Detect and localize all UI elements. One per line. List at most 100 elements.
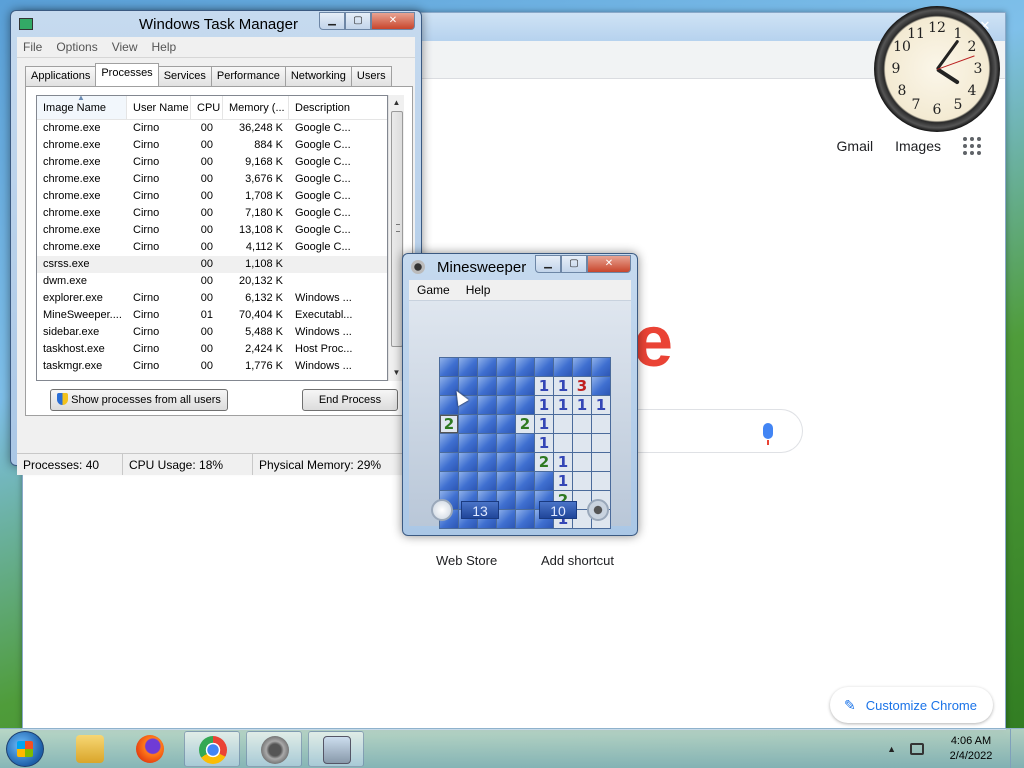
unopened-cell[interactable] [478, 396, 496, 414]
shortcut-web-store[interactable]: Web Store [436, 553, 497, 568]
tab-performance[interactable]: Performance [210, 66, 286, 86]
process-row[interactable]: chrome.exe Cirno 00 884 K Google C... [37, 137, 387, 154]
opened-cell[interactable] [592, 453, 610, 471]
number-cell[interactable]: 1 [554, 453, 572, 471]
column-memory[interactable]: Memory (... [223, 96, 289, 119]
opened-cell[interactable] [554, 434, 572, 452]
google-apps-icon[interactable] [963, 137, 981, 155]
menu-file[interactable]: File [23, 40, 42, 54]
minimize-button[interactable]: ▁ [535, 255, 561, 273]
unopened-cell[interactable] [440, 453, 458, 471]
unopened-cell[interactable] [478, 472, 496, 490]
tab-processes[interactable]: Processes [95, 63, 159, 86]
microphone-icon[interactable] [763, 423, 773, 445]
process-row[interactable]: chrome.exe Cirno 00 4,112 K Google C... [37, 239, 387, 256]
unopened-cell[interactable] [459, 358, 477, 376]
unopened-cell[interactable] [478, 415, 496, 433]
number-cell[interactable]: 1 [535, 415, 553, 433]
unopened-cell[interactable] [592, 377, 610, 395]
unopened-cell[interactable] [592, 358, 610, 376]
process-row[interactable]: chrome.exe Cirno 00 36,248 K Google C... [37, 120, 387, 137]
process-row[interactable]: chrome.exe Cirno 00 7,180 K Google C... [37, 205, 387, 222]
number-cell[interactable]: 1 [592, 396, 610, 414]
opened-cell[interactable] [592, 472, 610, 490]
process-row[interactable]: chrome.exe Cirno 00 13,108 K Google C... [37, 222, 387, 239]
maximize-button[interactable]: ▢ [561, 255, 587, 273]
unopened-cell[interactable] [478, 453, 496, 471]
unopened-cell[interactable] [516, 396, 534, 414]
end-process-button[interactable]: End Process [302, 389, 398, 411]
unopened-cell[interactable] [440, 358, 458, 376]
menu-help[interactable]: Help [466, 283, 491, 297]
taskbar-firefox[interactable] [122, 731, 178, 767]
number-cell[interactable]: 1 [535, 377, 553, 395]
unopened-cell[interactable] [497, 358, 515, 376]
process-row[interactable]: csrss.exe 00 1,108 K [37, 256, 387, 273]
opened-cell[interactable] [573, 434, 591, 452]
number-cell[interactable]: 1 [535, 434, 553, 452]
tray-clock[interactable]: 4:06 AM 2/4/2022 [938, 734, 1004, 764]
unopened-cell[interactable] [497, 472, 515, 490]
unopened-cell[interactable] [516, 434, 534, 452]
maximize-button[interactable]: ▢ [345, 12, 371, 30]
show-all-processes-button[interactable]: Show processes from all users [50, 389, 228, 411]
unopened-cell[interactable] [535, 472, 553, 490]
unopened-cell[interactable] [497, 415, 515, 433]
column-user-name[interactable]: User Name [127, 96, 191, 119]
close-button[interactable]: ✕ [371, 12, 415, 30]
column-cpu[interactable]: CPU [191, 96, 223, 119]
taskbar-task-manager[interactable] [308, 731, 364, 767]
process-row[interactable]: dwm.exe 00 20,132 K [37, 273, 387, 290]
menu-game[interactable]: Game [417, 283, 450, 297]
network-icon[interactable] [910, 743, 924, 755]
images-link[interactable]: Images [895, 138, 941, 154]
start-button-icon[interactable] [6, 731, 44, 767]
unopened-cell[interactable] [478, 434, 496, 452]
opened-cell[interactable] [573, 453, 591, 471]
process-list[interactable]: ▲ Image Name User Name CPU Memory (... De… [36, 95, 388, 381]
number-cell[interactable]: 2 [535, 453, 553, 471]
process-row[interactable]: taskmgr.exe Cirno 00 1,776 K Windows ... [37, 358, 387, 375]
unopened-cell[interactable] [459, 415, 477, 433]
number-cell[interactable]: 2 [516, 415, 534, 433]
google-search-box[interactable] [623, 409, 803, 453]
opened-cell[interactable] [573, 415, 591, 433]
tab-networking[interactable]: Networking [284, 66, 352, 86]
unopened-cell[interactable] [497, 453, 515, 471]
number-cell[interactable]: 1 [554, 396, 572, 414]
close-button[interactable]: ✕ [587, 255, 631, 273]
show-hidden-icons-icon[interactable]: ▲ [887, 744, 896, 754]
number-cell[interactable]: 1 [535, 396, 553, 414]
taskbar-explorer[interactable] [62, 731, 118, 767]
unopened-cell[interactable] [497, 377, 515, 395]
taskbar-minesweeper[interactable] [246, 731, 302, 767]
desktop-clock-gadget[interactable]: 12 1 2 3 4 5 6 7 8 9 10 11 [874, 6, 1000, 132]
process-row[interactable]: MineSweeper.... Cirno 01 70,404 K Executabl.… [37, 307, 387, 324]
process-row[interactable]: chrome.exe Cirno 00 9,168 K Google C... [37, 154, 387, 171]
menu-help[interactable]: Help [152, 40, 177, 54]
number-cell[interactable]: 1 [573, 396, 591, 414]
unopened-cell[interactable] [535, 358, 553, 376]
unopened-cell[interactable] [516, 377, 534, 395]
number-cell[interactable]: 2 [440, 415, 458, 433]
minimize-button[interactable]: ▁ [319, 12, 345, 30]
unopened-cell[interactable] [573, 358, 591, 376]
unopened-cell[interactable] [516, 358, 534, 376]
unopened-cell[interactable] [554, 358, 572, 376]
customize-chrome-button[interactable]: ✎ Customize Chrome [830, 687, 993, 723]
opened-cell[interactable] [554, 415, 572, 433]
unopened-cell[interactable] [440, 472, 458, 490]
column-image-name[interactable]: ▲ Image Name [37, 96, 127, 119]
shortcut-add[interactable]: Add shortcut [541, 553, 614, 568]
number-cell[interactable]: 3 [573, 377, 591, 395]
unopened-cell[interactable] [459, 453, 477, 471]
process-row[interactable]: chrome.exe Cirno 00 1,708 K Google C... [37, 188, 387, 205]
opened-cell[interactable] [592, 415, 610, 433]
column-description[interactable]: Description [289, 96, 363, 119]
menu-options[interactable]: Options [56, 40, 97, 54]
opened-cell[interactable] [573, 472, 591, 490]
process-row[interactable]: explorer.exe Cirno 00 6,132 K Windows ... [37, 290, 387, 307]
taskbar-chrome[interactable] [184, 731, 240, 767]
show-desktop-button[interactable] [1010, 729, 1024, 768]
opened-cell[interactable] [592, 434, 610, 452]
